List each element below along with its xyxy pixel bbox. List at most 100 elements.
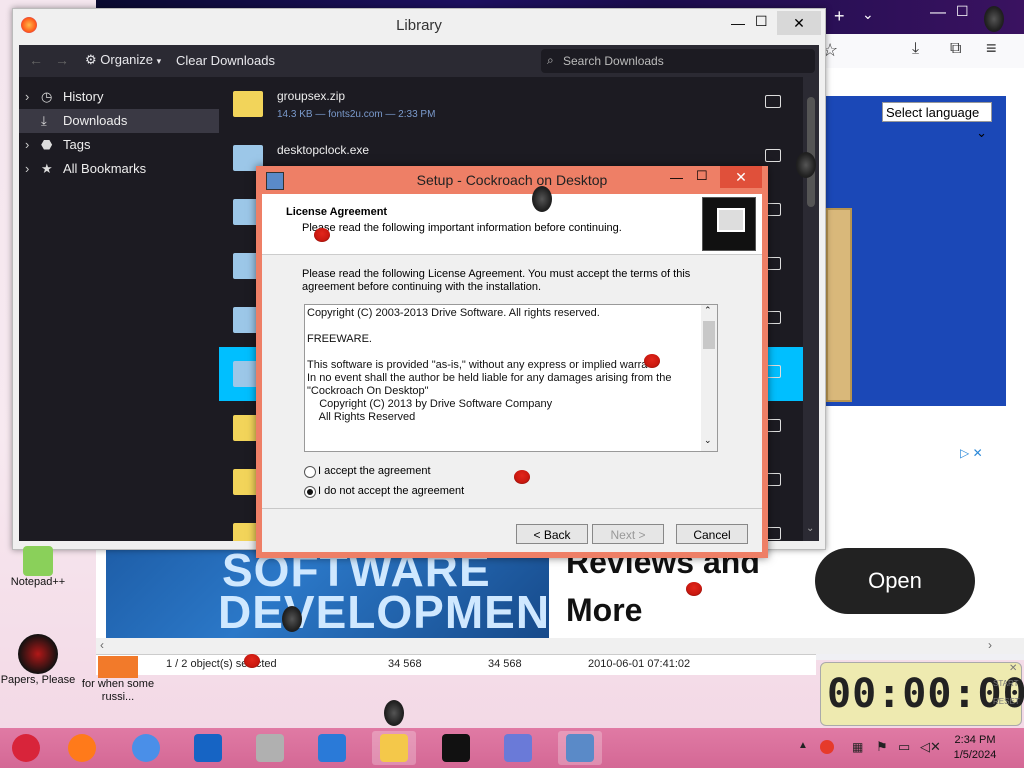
timer-start-button[interactable]: START	[993, 679, 1018, 688]
taskbar-chrome-icon[interactable]	[124, 731, 168, 765]
vertical-scrollbar[interactable]: ⌄	[803, 77, 819, 541]
extensions-icon[interactable]: ⧉	[950, 40, 961, 58]
folder-icon[interactable]	[765, 149, 781, 162]
download-name: desktopclock.exe	[277, 143, 370, 157]
back-button[interactable]: < Back	[516, 524, 588, 544]
sidebar-item-history[interactable]: › ◷ History	[19, 85, 219, 109]
cockroach-icon	[984, 6, 1004, 32]
license-scrollbar[interactable]: ⌃ ⌄	[701, 305, 717, 451]
chevron-down-icon: ⌄	[976, 125, 987, 140]
decline-radio[interactable]	[304, 486, 316, 498]
organize-label: Organize	[100, 52, 154, 67]
horizontal-scrollbar[interactable]: ‹ ›	[96, 638, 1024, 654]
chevron-right-icon[interactable]: ›	[25, 157, 29, 181]
minimize-icon[interactable]: —	[670, 170, 683, 185]
close-button[interactable]: ✕	[720, 166, 762, 188]
firefox-glyph	[68, 734, 96, 762]
display-icon[interactable]: ▭	[898, 739, 910, 755]
maximize-icon[interactable]: ☐	[696, 168, 708, 184]
chevron-down-icon[interactable]: ⌄	[704, 435, 712, 446]
license-heading: License Agreement	[286, 206, 388, 218]
taskbar-eight-app-icon[interactable]	[310, 731, 354, 765]
next-button[interactable]: Next >	[592, 524, 664, 544]
new-tab-icon[interactable]: +	[834, 6, 845, 27]
license-text-box[interactable]: Copyright (C) 2003-2013 Drive Software. …	[304, 304, 718, 452]
library-toolbar: ← → ⚙ Organize ▾ Clear Downloads ⌕ Searc…	[19, 45, 819, 77]
tray-overflow-icon[interactable]: ▲	[798, 740, 808, 751]
scroll-left-icon[interactable]: ‹	[100, 638, 104, 652]
clear-downloads-button[interactable]: Clear Downloads	[176, 53, 275, 68]
chevron-down-icon: ▾	[156, 56, 162, 66]
document-icon	[98, 656, 138, 678]
eight-app-glyph	[318, 734, 346, 762]
star-icon: ★	[41, 161, 53, 176]
license-intro: Please read the following License Agreem…	[302, 268, 691, 293]
tray-app-icon[interactable]	[820, 740, 834, 754]
chrome-glyph	[132, 734, 160, 762]
close-button[interactable]: ✕	[777, 11, 821, 35]
search-downloads-input[interactable]: ⌕ Search Downloads	[541, 49, 815, 73]
decline-label[interactable]: I do not accept the agreement	[318, 485, 464, 497]
ad-close-controls[interactable]: ▷ ✕	[960, 446, 992, 460]
download-icon[interactable]: ⤓	[912, 40, 919, 58]
disk-utility-glyph	[256, 734, 284, 762]
taskbar-clock[interactable]: 2:34 PM 1/5/2024	[940, 733, 1010, 765]
maximize-icon[interactable]: ☐	[956, 3, 969, 20]
taskbar-setup-installer-icon[interactable]	[558, 731, 602, 765]
chevron-up-icon[interactable]: ⌃	[704, 305, 712, 316]
taskbar-triangle-app-icon[interactable]	[496, 731, 540, 765]
accept-radio[interactable]	[304, 466, 316, 478]
desktop-icon-label: Papers, Please	[0, 674, 76, 686]
timer-reset-button[interactable]: RESET	[993, 697, 1020, 706]
scroll-right-icon[interactable]: ›	[988, 638, 992, 652]
scroll-thumb[interactable]	[703, 321, 715, 349]
reviews-heading: Reviews and More	[566, 544, 806, 638]
close-icon[interactable]: ✕	[1009, 663, 1017, 674]
software-development-banner[interactable]: SOFTWARE DEVELOPMENT	[106, 548, 549, 638]
desktop-icon-papers-please[interactable]: Papers, Please	[0, 634, 76, 686]
tab-list-icon[interactable]: ⌄	[862, 6, 874, 23]
menu-icon[interactable]: ≡	[986, 38, 997, 59]
flag-icon[interactable]: ⚑	[876, 739, 888, 755]
clock-icon: ◷	[41, 89, 53, 104]
maximize-icon[interactable]: ☐	[755, 13, 768, 30]
network-icon[interactable]: ▦	[852, 740, 863, 754]
taskbar-file-explorer-icon[interactable]	[372, 731, 416, 765]
cancel-button[interactable]: Cancel	[676, 524, 748, 544]
organize-button[interactable]: ⚙ Organize ▾	[85, 52, 161, 68]
banner-line-2: DEVELOPMENT	[218, 586, 549, 638]
back-arrow-icon[interactable]: ←	[29, 52, 43, 68]
folder-icon[interactable]	[765, 95, 781, 108]
open-button[interactable]: Open	[815, 548, 975, 614]
cockroach-icon	[384, 700, 404, 726]
taskbar-7zip-icon[interactable]	[434, 731, 478, 765]
license-line: All Rights Reserved	[307, 411, 416, 423]
sidebar-item-downloads[interactable]: ⤓ Downloads	[19, 109, 219, 133]
chevron-down-icon[interactable]: ⌄	[806, 523, 814, 534]
cockroach-icon	[532, 186, 552, 212]
desktop-icon-for-when[interactable]: for when some russi...	[80, 656, 156, 704]
setup-titlebar[interactable]: Setup - Cockroach on Desktop — ☐ ✕	[256, 166, 768, 194]
sidebar-item-tags[interactable]: › ⬣ Tags	[19, 133, 219, 157]
accept-label[interactable]: I accept the agreement	[318, 465, 431, 477]
sidebar-item-all-bookmarks[interactable]: › ★ All Bookmarks	[19, 157, 219, 181]
select-language-dropdown[interactable]: Select language ⌄	[882, 102, 992, 140]
library-titlebar[interactable]: Library — ☐ ✕	[13, 9, 825, 41]
download-row[interactable]: groupsex.zip 14.3 KB — fonts2u.com — 2:33…	[219, 77, 803, 131]
chevron-right-icon[interactable]: ›	[25, 85, 29, 109]
taskbar-outlook-icon[interactable]	[186, 731, 230, 765]
desktop-icon-notepadpp[interactable]: Notepad++	[0, 546, 76, 588]
file-explorer-glyph	[380, 734, 408, 762]
taskbar-christmas-ornament-icon[interactable]	[4, 731, 48, 765]
forward-arrow-icon[interactable]: →	[55, 52, 69, 68]
chevron-right-icon[interactable]: ›	[25, 133, 29, 157]
ladybug-icon	[514, 470, 530, 484]
taskbar-disk-utility-icon[interactable]	[248, 731, 292, 765]
volume-muted-icon[interactable]: ◁✕	[920, 739, 941, 755]
taskbar-firefox-icon[interactable]	[60, 731, 104, 765]
minimize-icon[interactable]: —	[930, 4, 946, 22]
7zip-status-strip: 1 / 2 object(s) selected 34 568 34 568 2…	[96, 654, 816, 675]
minimize-icon[interactable]: —	[731, 15, 745, 31]
license-text: Copyright (C) 2003-2013 Drive Software. …	[307, 307, 699, 424]
ladybug-icon	[644, 354, 660, 368]
